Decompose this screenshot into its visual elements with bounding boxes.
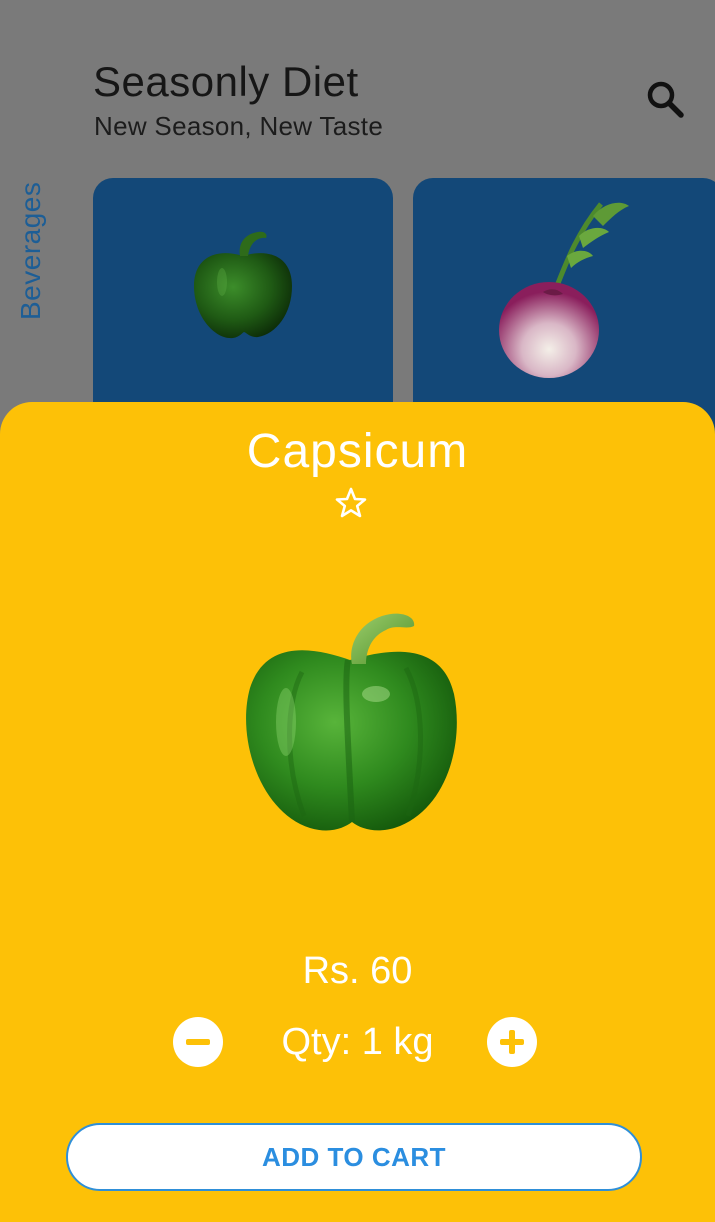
- capsicum-image: [246, 613, 457, 831]
- increase-quantity-button[interactable]: [487, 1017, 537, 1067]
- app-subtitle: New Season, New Taste: [94, 111, 384, 141]
- favorite-button[interactable]: [334, 486, 368, 520]
- star-outline-icon: [335, 487, 367, 518]
- add-to-cart-button[interactable]: ADD TO CART: [66, 1123, 642, 1191]
- search-icon: [647, 81, 684, 118]
- quantity-stepper: Qty: 1 kg: [0, 1017, 715, 1069]
- quantity-label: Qty: 1 kg: [0, 1021, 715, 1064]
- category-tab-beverages[interactable]: Beverages: [15, 182, 47, 320]
- quantity-value: 1 kg: [361, 1021, 434, 1063]
- product-card-capsicum[interactable]: [93, 178, 393, 438]
- plus-icon: [500, 1030, 524, 1054]
- turnip-image: [499, 202, 629, 378]
- product-name: Capsicum: [246, 425, 469, 478]
- product-detail-sheet: Capsicum Rs. 60 Qty: 1 kg ADD TO CART: [0, 402, 715, 1222]
- quantity-prefix: Qty:: [281, 1021, 362, 1063]
- search-button[interactable]: [642, 76, 690, 124]
- capsicum-image: [193, 231, 292, 339]
- product-price: Rs. 60: [302, 950, 413, 992]
- app-title: Seasonly Diet: [93, 58, 359, 105]
- product-card-turnip[interactable]: [413, 178, 715, 438]
